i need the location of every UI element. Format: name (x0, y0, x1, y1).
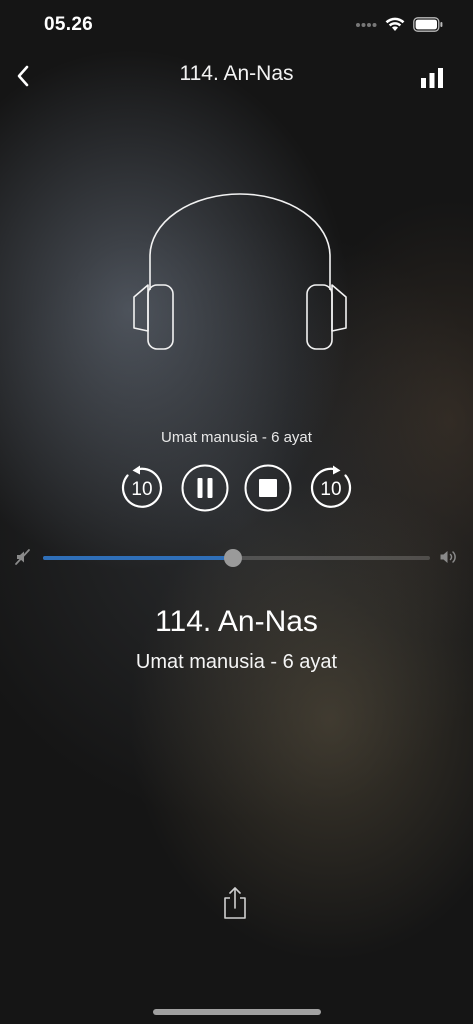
bar-chart-icon (421, 68, 443, 88)
forward-label: 10 (320, 479, 342, 500)
share-button[interactable] (222, 886, 248, 920)
status-icons (355, 17, 443, 32)
track-subtitle: Umat manusia - 6 ayat (135, 651, 338, 673)
forward-10-button[interactable]: 10 (307, 464, 355, 512)
rewind-label: 10 (131, 479, 153, 500)
page-title: 114. An-Nas (179, 62, 294, 85)
headphones-icon (133, 193, 347, 350)
volume-min-indicator (14, 548, 32, 566)
volume-fill (43, 556, 233, 560)
stop-button[interactable] (244, 464, 292, 512)
track-title: 114. An-Nas (155, 605, 318, 638)
volume-max-icon (440, 551, 456, 563)
battery-icon (413, 17, 443, 32)
volume-thumb[interactable] (223, 549, 242, 567)
share-icon (224, 887, 246, 919)
signal-dots-icon (356, 22, 377, 27)
volume-max-indicator (439, 548, 459, 566)
status-time: 05.26 (44, 14, 94, 35)
playback-controls: 10 10 (0, 464, 473, 512)
stop-icon (244, 464, 292, 512)
wifi-icon (385, 17, 405, 31)
home-indicator (153, 1009, 321, 1015)
volume-slider[interactable] (43, 549, 430, 567)
stats-button[interactable] (419, 66, 445, 90)
volume-mute-icon (15, 549, 30, 565)
pause-icon (181, 464, 229, 512)
artwork (130, 192, 350, 352)
pause-button[interactable] (181, 464, 229, 512)
track-subtitle-small: Umat manusia - 6 ayat (161, 429, 312, 446)
rewind-10-button[interactable]: 10 (118, 464, 166, 512)
